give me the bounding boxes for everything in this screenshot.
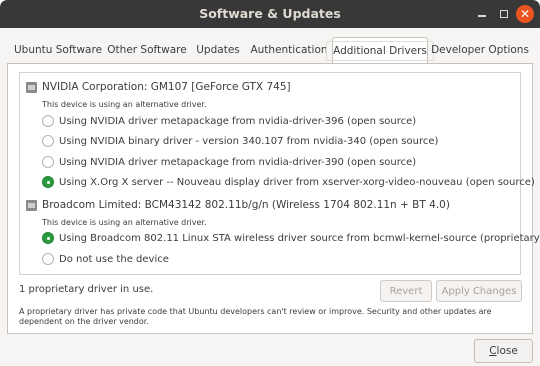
tab-updates[interactable]: Updates — [191, 37, 245, 63]
device-note: This device is using an alternative driv… — [42, 218, 207, 227]
radio-button[interactable] — [42, 253, 54, 265]
software-updates-window: Software & Updates ✕ Ubuntu Software Oth… — [0, 0, 540, 366]
driver-status-text: 1 proprietary driver in use. — [19, 284, 154, 295]
minimize-button[interactable] — [472, 4, 492, 24]
driver-option-bcmwl[interactable]: Using Broadcom 802.11 Linux STA wireless… — [42, 232, 540, 244]
driver-option-do-not-use[interactable]: Do not use the device — [42, 253, 169, 265]
title-bar[interactable]: Software & Updates ✕ — [0, 0, 540, 28]
radio-button[interactable] — [42, 135, 54, 147]
radio-button[interactable] — [42, 115, 54, 127]
tab-developer-options[interactable]: Developer Options — [430, 37, 530, 63]
option-label: Using NVIDIA binary driver - version 340… — [59, 135, 439, 147]
driver-option-nvidia-390[interactable]: Using NVIDIA driver metapackage from nvi… — [42, 156, 416, 168]
close-mnemonic: C — [489, 345, 497, 357]
device-header-broadcom: Broadcom Limited: BCM43142 802.11b/g/n (… — [26, 199, 450, 211]
option-label: Do not use the device — [59, 253, 169, 265]
proprietary-driver-footnote: A proprietary driver has private code th… — [19, 307, 492, 326]
option-label: Using NVIDIA driver metapackage from nvi… — [59, 115, 417, 127]
minimize-icon — [478, 15, 486, 17]
maximize-icon — [500, 10, 508, 18]
close-button[interactable]: Close — [474, 339, 533, 363]
maximize-button[interactable] — [494, 4, 514, 24]
radio-button[interactable] — [42, 156, 54, 168]
tab-other-software[interactable]: Other Software — [105, 37, 189, 63]
apply-changes-button[interactable]: Apply Changes — [436, 280, 522, 302]
device-name: NVIDIA Corporation: GM107 [GeForce GTX 7… — [42, 81, 291, 93]
additional-drivers-panel: NVIDIA Corporation: GM107 [GeForce GTX 7… — [7, 63, 540, 334]
close-label-rest: lose — [496, 345, 518, 357]
tab-authentication[interactable]: Authentication — [247, 37, 331, 63]
driver-option-nouveau[interactable]: Using X.Org X server -- Nouveau display … — [42, 176, 535, 188]
device-note: This device is using an alternative driv… — [42, 100, 207, 109]
driver-option-nvidia-340[interactable]: Using NVIDIA binary driver - version 340… — [42, 135, 438, 147]
tab-bar: Ubuntu Software Other Software Updates A… — [7, 37, 533, 64]
window-title: Software & Updates — [199, 6, 341, 21]
revert-button[interactable]: Revert — [380, 280, 432, 302]
chip-icon — [26, 81, 37, 93]
tab-additional-drivers[interactable]: Additional Drivers — [326, 37, 434, 64]
radio-button-selected[interactable] — [42, 176, 54, 188]
tab-ubuntu-software[interactable]: Ubuntu Software — [13, 37, 103, 63]
radio-button-selected[interactable] — [42, 232, 54, 244]
chip-icon — [26, 199, 37, 211]
option-label: Using NVIDIA driver metapackage from nvi… — [59, 156, 417, 168]
option-label: Using X.Org X server -- Nouveau display … — [59, 176, 535, 188]
device-name: Broadcom Limited: BCM43142 802.11b/g/n (… — [42, 199, 450, 211]
driver-option-nvidia-396[interactable]: Using NVIDIA driver metapackage from nvi… — [42, 115, 416, 127]
close-window-button[interactable]: ✕ — [516, 5, 534, 23]
close-icon: ✕ — [519, 7, 531, 21]
driver-list[interactable]: NVIDIA Corporation: GM107 [GeForce GTX 7… — [19, 72, 540, 275]
option-label: Using Broadcom 802.11 Linux STA wireless… — [59, 232, 540, 244]
device-header-nvidia: NVIDIA Corporation: GM107 [GeForce GTX 7… — [26, 81, 291, 93]
